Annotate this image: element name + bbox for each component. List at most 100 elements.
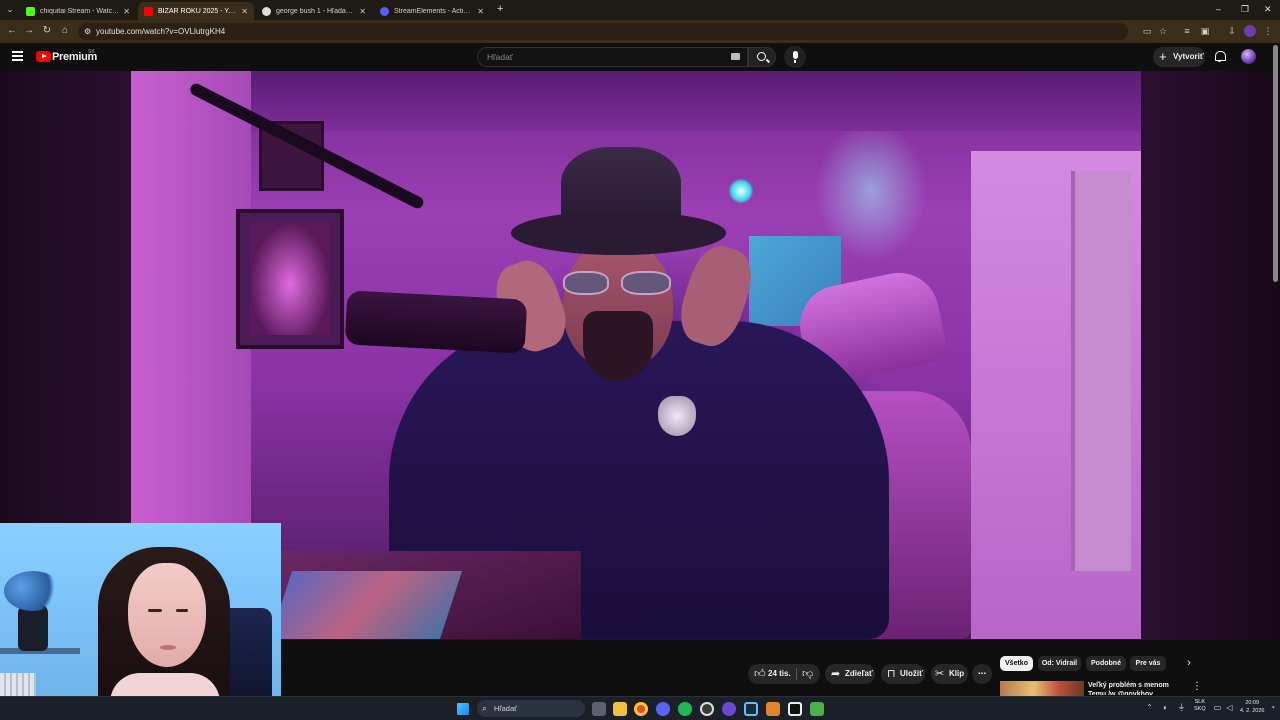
browser-toolbar: ← → ↻ ⌂ ⚙ youtube.com/watch?v=OVLlutrgKH… xyxy=(0,20,1280,43)
video-glasses-lens xyxy=(621,271,671,295)
video-doorway xyxy=(1071,171,1131,571)
close-window-button[interactable]: ✕ xyxy=(1264,4,1272,15)
close-tab-icon[interactable]: ✕ xyxy=(241,7,248,16)
monitor-icon[interactable]: ▭ xyxy=(1213,703,1222,712)
tab-kick[interactable]: chiquitai Stream - Watch Live o ✕ xyxy=(20,2,136,20)
clock-date: 4. 2. 2026 xyxy=(1240,708,1265,714)
video-police-badge xyxy=(658,396,696,436)
webcam-person-eye xyxy=(176,609,188,612)
language-code: SLK xyxy=(1194,699,1206,705)
keyboard-icon[interactable] xyxy=(731,53,740,60)
video-desk-mat xyxy=(269,571,463,639)
bookmark-icon: ⊓ xyxy=(887,668,896,680)
file-explorer-icon[interactable] xyxy=(613,702,627,716)
close-tab-icon[interactable]: ✕ xyxy=(123,7,130,16)
voice-search-mic-icon[interactable] xyxy=(784,46,806,68)
obs-icon[interactable] xyxy=(700,702,714,716)
recommendation-menu-icon[interactable]: ⋮ xyxy=(1192,681,1202,692)
account-avatar[interactable] xyxy=(1241,49,1256,64)
recommendation-thumbnail[interactable] xyxy=(1000,681,1084,697)
spotify-icon[interactable] xyxy=(678,702,692,716)
chevron-right-icon[interactable]: › xyxy=(1181,656,1197,671)
back-arrow-icon[interactable]: ← xyxy=(5,24,19,38)
chip-for-you[interactable]: Pre vás xyxy=(1130,656,1166,671)
app-purple-icon[interactable] xyxy=(722,702,736,716)
webcam-flowers xyxy=(4,571,62,611)
task-view-icon[interactable] xyxy=(592,702,606,716)
search-button[interactable] xyxy=(748,47,776,67)
volume-icon[interactable]: ◁ xyxy=(1225,703,1234,712)
tray-chevron-up-icon[interactable]: ⌃ xyxy=(1145,703,1154,712)
clock-time: 20:09 xyxy=(1245,700,1260,706)
forward-arrow-icon[interactable]: → xyxy=(22,24,36,38)
video-glasses-lens xyxy=(563,271,609,295)
close-tab-icon[interactable]: ✕ xyxy=(359,7,366,16)
windows-taskbar: ⌕ Hľadať ⌃ ◐ ⏚ SLK SKQ ▭ ◁ 20:09 4. 2. 2… xyxy=(0,696,1280,720)
like-count[interactable]: 24 tis. xyxy=(768,664,791,684)
notification-center-icon[interactable]: ◔ xyxy=(1268,703,1277,712)
reload-icon[interactable]: ↻ xyxy=(40,24,54,38)
create-button[interactable]: + Vytvoriť xyxy=(1153,47,1205,67)
more-actions-button[interactable]: ⋯ xyxy=(972,664,992,684)
browser-tab-strip: ⌄ chiquitai Stream - Watch Live o ✕ BIZÁ… xyxy=(0,0,1280,20)
notifications-bell-icon[interactable] xyxy=(1214,51,1226,62)
profile-avatar-icon[interactable] xyxy=(1244,25,1256,37)
recommendation-title[interactable]: Veľký problém s menom Temu /w @goykhov xyxy=(1088,681,1188,695)
app-black-icon[interactable] xyxy=(788,702,802,716)
video-hat-brim xyxy=(511,211,726,255)
page-scrollbar[interactable] xyxy=(1273,45,1278,282)
tab-search-icon[interactable]: ⌄ xyxy=(4,5,16,15)
taskbar-search-placeholder: Hľadať xyxy=(494,704,517,713)
chrome-icon[interactable] xyxy=(634,702,648,716)
webcam-overlay xyxy=(0,523,281,720)
tab-youtube[interactable]: BIZÁR ROKU 2025 - YouTube ✕ xyxy=(138,2,254,20)
address-bar[interactable]: ⚙ youtube.com/watch?v=OVLlutrgKH4 xyxy=(78,23,1128,40)
discord-icon[interactable] xyxy=(656,702,670,716)
tray-usb-icon[interactable]: ⏚ xyxy=(1177,703,1186,712)
tab-google[interactable]: george bush 1 - Hľadať Googli ✕ xyxy=(256,2,372,20)
save-button[interactable]: ⊓ Uložiť xyxy=(881,664,925,684)
app-orange-icon[interactable] xyxy=(766,702,780,716)
input-language-indicator[interactable]: SLK SKQ xyxy=(1194,699,1206,713)
save-label: Uložiť xyxy=(900,669,923,678)
chip-related[interactable]: Podobné xyxy=(1086,656,1126,671)
home-icon[interactable]: ⌂ xyxy=(58,24,72,38)
app-green-icon[interactable] xyxy=(810,702,824,716)
hamburger-menu-icon[interactable] xyxy=(12,51,23,61)
taskbar-search-input[interactable]: ⌕ Hľadať xyxy=(477,700,585,717)
windows-start-icon[interactable] xyxy=(457,703,469,715)
cast-icon[interactable]: ▭ xyxy=(1141,25,1153,37)
maximize-button[interactable]: ❐ xyxy=(1241,4,1249,15)
download-icon[interactable]: ⇩ xyxy=(1226,25,1238,37)
share-button[interactable]: ➦ Zdieľať xyxy=(825,664,875,684)
like-divider xyxy=(796,668,797,680)
youtube-logo-icon[interactable] xyxy=(36,51,51,62)
video-person-beard xyxy=(583,311,653,381)
webcam-person-eye xyxy=(148,609,162,612)
minimize-button[interactable]: – xyxy=(1216,4,1221,14)
extension-icon[interactable]: ≡ xyxy=(1181,25,1193,37)
streamelements-favicon-icon xyxy=(380,6,389,16)
tab-title: StreamElements - Activity feed xyxy=(394,7,474,15)
browser-menu-icon[interactable]: ⋮ xyxy=(1262,25,1274,37)
url-text: youtube.com/watch?v=OVLlutrgKH4 xyxy=(96,27,226,36)
kick-favicon-icon xyxy=(26,6,35,16)
chip-from-channel[interactable]: Od: Vidrail xyxy=(1038,656,1081,671)
dislike-thumbs-down-icon[interactable]: 👎︎ xyxy=(802,664,813,684)
close-tab-icon[interactable]: ✕ xyxy=(477,7,484,16)
create-label: Vytvoriť xyxy=(1173,52,1204,61)
taskbar-clock[interactable]: 20:09 4. 2. 2026 xyxy=(1240,699,1264,715)
search-input[interactable]: Hľadať xyxy=(477,47,748,67)
search-placeholder: Hľadať xyxy=(487,52,513,62)
tab-streamelements[interactable]: StreamElements - Activity feed ✕ xyxy=(374,2,490,20)
tray-app-icon[interactable]: ◐ xyxy=(1161,703,1170,712)
bookmark-star-icon[interactable]: ☆ xyxy=(1157,25,1169,37)
puzzle-icon[interactable]: ▣ xyxy=(1199,25,1211,37)
video-player[interactable] xyxy=(131,71,1141,639)
steam-icon[interactable] xyxy=(744,702,758,716)
like-thumbs-up-icon[interactable]: 👍︎ xyxy=(754,664,766,684)
new-tab-button[interactable]: + xyxy=(497,3,503,15)
chip-all[interactable]: Všetko xyxy=(1000,656,1033,671)
site-info-icon[interactable]: ⚙ xyxy=(84,23,91,40)
clip-button[interactable]: ✂ Klip xyxy=(931,664,968,684)
